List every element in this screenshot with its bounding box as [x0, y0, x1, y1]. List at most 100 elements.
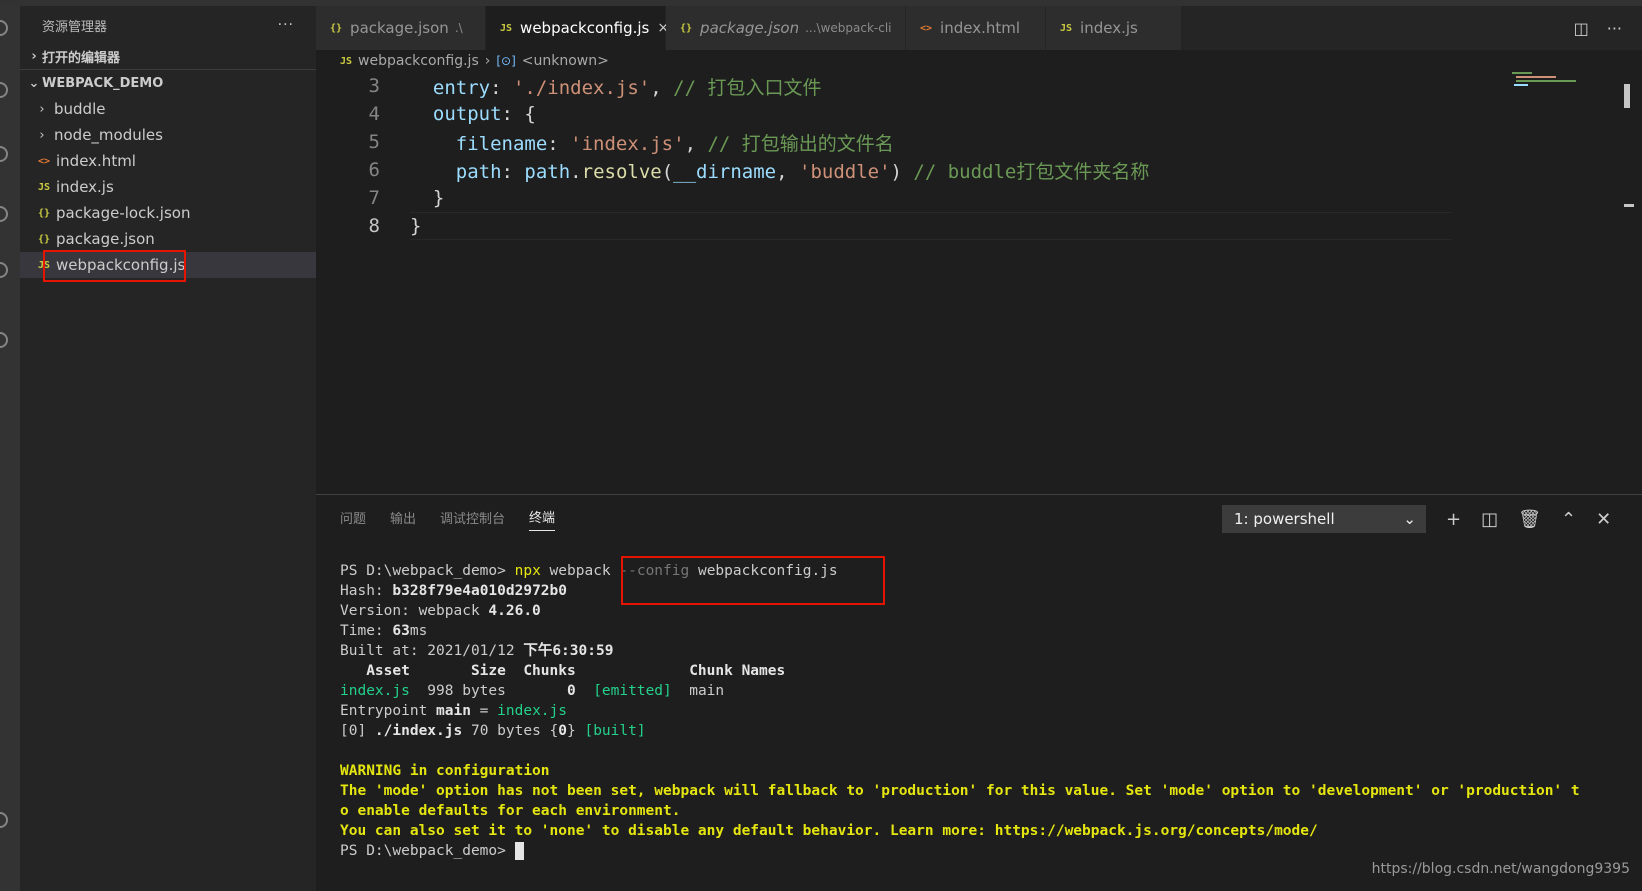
code-token: path — [410, 160, 502, 183]
close-panel-icon[interactable]: ✕ — [1596, 509, 1611, 530]
breadcrumb-separator: › — [484, 53, 491, 69]
terminal-text: [built] — [584, 723, 646, 739]
minimap[interactable] — [1512, 72, 1582, 88]
chevron-down-icon: ⌄ — [28, 75, 40, 91]
tree-item-label: index.js — [56, 178, 114, 196]
terminal-text: webpackconfig.js — [689, 563, 838, 579]
code-line: 6 path: path.resolve(__dirname, 'buddle'… — [316, 156, 1642, 184]
tab-index-js[interactable]: JS index.js — [1046, 6, 1182, 50]
code-token: path — [524, 160, 571, 183]
terminal-text: WARNING in configuration — [340, 763, 550, 779]
code-editor[interactable]: 3 entry: './index.js', // 打包入口文件 4 output… — [316, 72, 1642, 494]
code-token: : — [501, 160, 525, 183]
terminal-text: index.js — [340, 683, 410, 699]
code-line: 4 output: { — [316, 100, 1642, 128]
tab-output[interactable]: 输出 — [390, 508, 416, 527]
chevron-down-icon: ⌄ — [1403, 510, 1416, 528]
tree-item[interactable]: <> index.html — [20, 148, 316, 174]
tab-problems[interactable]: 问题 — [340, 508, 366, 527]
explorer-sidebar: 资源管理器 ··· › 打开的编辑器 ⌄ WEBPACK_DEMO › buddl… — [20, 6, 316, 891]
terminal-line: PS D:\webpack_demo> — [340, 841, 1580, 861]
terminal-text: 70 bytes { — [462, 723, 559, 739]
tab-package-json[interactable]: {} package.json .\ — [316, 6, 486, 50]
terminal-line: Asset Size Chunks Chunk Names — [340, 661, 1580, 681]
split-terminal-icon[interactable]: ◫ — [1481, 509, 1498, 530]
terminal-text: } — [567, 723, 585, 739]
project-section[interactable]: ⌄ WEBPACK_DEMO — [20, 70, 316, 96]
breadcrumb-file[interactable]: webpackconfig.js — [358, 53, 479, 69]
code-lines: 3 entry: './index.js', // 打包入口文件 4 output… — [316, 72, 1642, 240]
terminal-text: b328f79e4a010d2972b0 — [392, 583, 567, 599]
tree-item[interactable]: JS index.js — [20, 174, 316, 200]
current-line-highlight — [410, 212, 1452, 240]
tree-item[interactable]: JS webpackconfig.js — [20, 252, 316, 278]
debug-icon[interactable] — [0, 206, 8, 222]
terminal-text: The 'mode' option has not been set, webp… — [340, 783, 1580, 799]
terminal-line: WARNING in configuration — [340, 761, 1580, 781]
code-token: : — [490, 76, 513, 99]
tree-item-label: webpackconfig.js — [56, 256, 186, 274]
new-terminal-icon[interactable]: + — [1446, 509, 1461, 530]
code-text: path: path.resolve(__dirname, 'buddle') … — [410, 157, 1150, 184]
tab-debug-console[interactable]: 调试控制台 — [440, 508, 505, 527]
terminal-output[interactable]: PS D:\webpack_demo> npx webpack --config… — [340, 561, 1580, 861]
terminal-select[interactable]: 1: powershell ⌄ — [1222, 505, 1426, 533]
maximize-panel-icon[interactable]: ⌃ — [1561, 509, 1576, 530]
tab-label: index.js — [1080, 19, 1138, 37]
more-actions-icon[interactable]: ··· — [1607, 19, 1622, 38]
trash-icon[interactable]: 🗑 — [1518, 509, 1541, 530]
code-text: entry: './index.js', // 打包入口文件 — [410, 73, 822, 100]
remote-icon[interactable] — [0, 332, 8, 348]
code-token: 'buddle' — [799, 160, 891, 183]
chevron-right-icon: › — [31, 49, 37, 64]
tree-item-label: package.json — [56, 230, 155, 248]
terminal-text: main — [436, 703, 471, 719]
tree-item-label: index.html — [56, 152, 136, 170]
tab-label: package.json — [350, 19, 449, 37]
tree-item[interactable]: {} package-lock.json — [20, 200, 316, 226]
tree-item[interactable]: › node_modules — [20, 122, 316, 148]
tab-terminal[interactable]: 终端 — [529, 507, 556, 531]
tab-package-json[interactable]: {} package.json ...\webpack-cli — [666, 6, 906, 50]
terminal-text: 4.26.0 — [488, 603, 541, 619]
breadcrumb-symbol[interactable]: <unknown> — [522, 53, 609, 69]
chevron-right-icon: › — [39, 127, 45, 143]
extensions-icon[interactable] — [0, 262, 8, 278]
js-file-icon: JS — [37, 259, 51, 271]
code-token: entry — [410, 76, 491, 99]
line-number: 5 — [368, 131, 380, 153]
code-text: output: { — [410, 103, 536, 125]
terminal-text: 998 bytes — [409, 683, 567, 699]
code-token: ( — [661, 160, 674, 183]
explorer-title: 资源管理器 — [42, 19, 108, 35]
tab-label: package.json — [700, 19, 800, 37]
files-icon[interactable] — [0, 20, 8, 36]
editor-scrollbar[interactable] — [1624, 84, 1630, 108]
tab-webpackconfig-js[interactable]: JS webpackconfig.js × — [486, 6, 669, 50]
search-icon[interactable] — [0, 82, 8, 98]
scroll-marker — [1624, 204, 1634, 224]
tab-path-hint: ...\webpack-cli — [805, 21, 892, 35]
terminal-line: index.js 998 bytes 0 [emitted] main — [340, 681, 1580, 701]
terminal-line: Version: webpack 4.26.0 — [340, 601, 1580, 621]
more-actions-icon[interactable]: ··· — [278, 17, 294, 33]
terminal-text: 下午6:30:59 — [523, 643, 614, 659]
tree-item[interactable]: › buddle — [20, 96, 316, 122]
terminal-line: o enable defaults for each environment. — [340, 801, 1580, 821]
project-label: WEBPACK_DEMO — [42, 75, 164, 91]
html-file-icon: <> — [37, 155, 51, 167]
json-file-icon: {} — [37, 207, 51, 219]
tree-item-label: buddle — [54, 100, 106, 118]
terminal-text: ms — [409, 623, 428, 639]
file-tree: › buddle › node_modules <> index.html JS index.… — [20, 96, 316, 278]
source-control-icon[interactable] — [0, 146, 8, 162]
code-token: // buddle打包文件夹名称 — [913, 160, 1150, 183]
split-editor-icon[interactable]: ◫ — [1574, 19, 1589, 38]
open-editors-label: 打开的编辑器 — [42, 51, 121, 66]
account-icon[interactable] — [0, 812, 8, 828]
code-token: , — [650, 76, 674, 99]
line-number: 4 — [368, 103, 380, 125]
tab-index-html[interactable]: <> index.html — [906, 6, 1046, 50]
open-editors-section[interactable]: › 打开的编辑器 — [20, 44, 316, 70]
tree-item[interactable]: {} package.json — [20, 226, 316, 252]
